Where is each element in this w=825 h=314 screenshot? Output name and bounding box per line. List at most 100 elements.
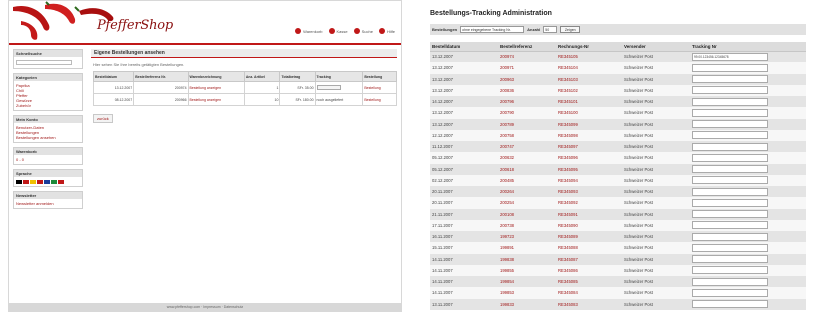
tracking-cell [690,163,806,175]
shipper: Schweizer Post [622,219,690,231]
order-detail-link[interactable]: Bestellung [364,86,380,90]
tracking-number-input[interactable]: 99.00.123456.12345678 [692,52,768,61]
shipper: Schweizer Post [622,73,690,85]
shipper: Schweizer Post [622,51,690,63]
tracking-number-input[interactable] [692,210,768,219]
order-reference: 200796 [498,96,556,108]
tracking-number-input[interactable] [692,108,768,117]
tracking-number-input[interactable] [692,266,768,275]
sidebar-box-title: Newsletter [14,192,82,199]
tracking-number-input[interactable] [692,243,768,252]
flag-icon[interactable] [23,180,29,184]
tracking-number-input[interactable] [692,288,768,297]
page-title: Eigene Bestellungen ansehen [91,49,397,58]
flag-icon[interactable] [37,180,43,184]
help-icon [378,28,385,34]
shipper: Schweizer Post [622,231,690,243]
nav-cart[interactable]: Warenkorb [295,28,323,34]
tracking-number-input[interactable] [692,198,768,207]
order-date: 14.12.2007 [430,96,498,108]
tracking-number-input[interactable] [692,165,768,174]
cart-icon [295,28,302,34]
order-reference: 200974 [133,81,189,94]
order-detail-link[interactable]: Bestellung [364,98,380,102]
shop-logo-text[interactable]: PfefferShop [97,18,173,33]
sidebar-box-title: Sprache [14,170,82,177]
shipper: Schweizer Post [622,152,690,164]
invoice-number: RE345100 [556,107,622,119]
flag-icon[interactable] [16,180,22,184]
nav-search-label: Suche [361,28,373,34]
nav-help[interactable]: Hilfe [378,28,395,34]
tracking-number-input[interactable] [692,277,768,286]
column-header: Anz. Artikel [243,71,281,82]
tracking-number-input[interactable] [692,63,768,72]
tracking-number-input[interactable] [692,255,768,264]
back-button[interactable]: zurück [93,114,113,123]
flag-icon[interactable] [30,180,36,184]
column-header: Bestelldatum [430,42,498,52]
count-input[interactable]: 50 [543,26,558,33]
column-header: Bestelldatum [92,71,135,82]
shipper: Schweizer Post [622,287,690,299]
tracking-number-input[interactable] [692,176,768,185]
order-reference: 200618 [498,163,556,175]
tracking-admin-screenshot: Bestellungs-Tracking Administration Best… [420,0,815,314]
shipper: Schweizer Post [622,186,690,198]
order-filter-select[interactable]: ohne eingegebene Tracking Nr. [460,26,525,33]
tracking-number-input[interactable] [692,97,768,106]
tracking-number-input[interactable] [692,187,768,196]
tracking-number-input[interactable] [692,153,768,162]
sidebar-box-quicksearch: Schnellsuche [13,49,83,69]
table-row: 05.12.2007 200632 RE345096 Schweizer Post [430,152,806,164]
order-item-count: 10 [243,93,281,106]
shipper: Schweizer Post [622,264,690,276]
order-items-link[interactable]: Bestellung anzeigen [190,86,222,90]
order-items-link[interactable]: Bestellung anzeigen [190,98,222,102]
tracking-number-input[interactable] [692,120,768,129]
invoice-number: RE345101 [556,96,622,108]
table-row: 16.11.2007 199723 RE345089 Schweizer Post [430,231,806,243]
sidebar-link[interactable]: Newsletter anmelden [16,201,80,206]
order-reference: 200108 [498,208,556,220]
nav-cart-label: Warenkorb [303,28,323,34]
table-row: 13.12.2007 200790 RE345100 Schweizer Post [430,107,806,119]
shipper: Schweizer Post [622,298,690,310]
show-button[interactable]: Zeigen [560,26,581,33]
sidebar-link[interactable]: Zubehör [16,103,80,108]
flag-icon[interactable] [51,180,57,184]
tracking-number-input[interactable] [692,131,768,140]
filter-bar: Bestellungen ohne eingegebene Tracking N… [430,24,806,35]
quicksearch-input[interactable] [16,60,72,65]
nav-search[interactable]: Suche [353,28,373,34]
table-row: 21.11.2007 200108 RE345091 Schweizer Post [430,208,806,220]
invoice-number: RE345105 [556,51,622,63]
shipper: Schweizer Post [622,84,690,96]
order-reference: 200632 [498,152,556,164]
tracking-number-input[interactable] [692,232,768,241]
tracking-number-input[interactable] [692,300,768,309]
sidebar-link[interactable]: Bestellungen ansehen [16,135,80,140]
filter-label: Bestellungen [432,27,458,32]
shipper: Schweizer Post [622,242,690,254]
flag-icon[interactable] [44,180,50,184]
flag-icon[interactable] [58,180,64,184]
column-header: Bestellreferenz [498,42,556,52]
checkout-icon [328,28,335,34]
tracking-cell [690,186,806,198]
tracking-number-input[interactable] [692,142,768,151]
order-item-count: 1 [243,81,281,94]
shipper: Schweizer Post [622,253,690,265]
shipper: Schweizer Post [622,276,690,288]
sidebar-box-title: Schnellsuche [14,50,82,57]
nav-checkout[interactable]: Kasse [328,28,348,34]
tracking-number-input[interactable] [692,221,768,230]
shop-sidebar: Schnellsuche Kategorien Paprika Chili Pf… [13,49,83,213]
table-row: 14.11.2007 199838 RE345087 Schweizer Post [430,253,806,265]
invoice-number: RE345095 [556,163,622,175]
tracking-number-input[interactable] [692,86,768,95]
tracking-number-input[interactable] [692,75,768,84]
page-title: Bestellungs-Tracking Administration [430,10,552,17]
order-date: 15.11.2007 [430,242,498,254]
invoice-number: RE345085 [556,276,622,288]
